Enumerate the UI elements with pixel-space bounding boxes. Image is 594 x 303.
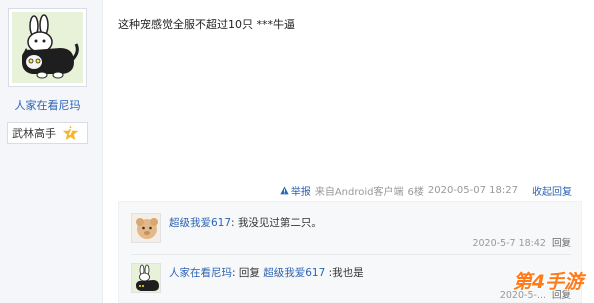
watermark-logo: 第4手游 [512,271,584,293]
post-source: 来自Android客户端 [314,187,404,198]
fold-reply-button[interactable]: 收起回复 [532,183,572,198]
reply-divider [131,254,571,255]
reply-text: :我也是 [325,267,364,279]
reply-item: 超级我爱617: 我没见过第二只。 2020-5-7 18:42 回复 [131,213,571,253]
post-datetime: 2020-05-07 18:27 [427,185,518,196]
post-content: 这种宠感觉全服不超过10只 ***牛逼 [118,18,295,31]
post-tail: 举报 来自Android客户端 6楼 2020-05-07 18:27 收起回复 [280,183,572,198]
reply-avatar[interactable] [131,263,161,293]
reply-button[interactable]: 回复 [552,238,571,249]
reply-text: 我没见过第二只。 [234,217,322,229]
report-label: 举报 [290,187,311,198]
reply-datetime: 2020-5-7 18:42 [472,238,546,249]
author-username[interactable]: 人家在看尼玛 [0,97,95,113]
level-badge-icon: 7 [62,125,79,142]
cat-avatar-image [12,12,83,83]
reply-body: 人家在看尼玛: 回复 超级我爱617 :我也是 [169,265,364,280]
reply-avatar[interactable] [131,213,161,243]
level-number: 7 [67,127,74,138]
rank-title: 武林高手 [12,127,56,140]
author-sidebar: 人家在看尼玛 武林高手 7 [0,0,103,303]
report-link[interactable]: 举报 [280,183,311,198]
reply-meta: 2020-5-7 18:42 回复 [472,235,571,249]
reply-username[interactable]: 超级我爱617 [169,217,231,229]
reply-body: 超级我爱617: 我没见过第二只。 [169,215,322,230]
site-watermark: 第4手游 [504,264,592,300]
reply-target-username[interactable]: 超级我爱617 [263,267,325,279]
reply-username[interactable]: 人家在看尼玛 [169,267,232,279]
author-avatar[interactable] [8,8,87,87]
rank-badge-box[interactable]: 武林高手 7 [7,122,88,144]
post-floor: 6楼 [407,187,424,198]
warning-icon [280,186,289,195]
reply-word: 回复 [235,267,264,279]
